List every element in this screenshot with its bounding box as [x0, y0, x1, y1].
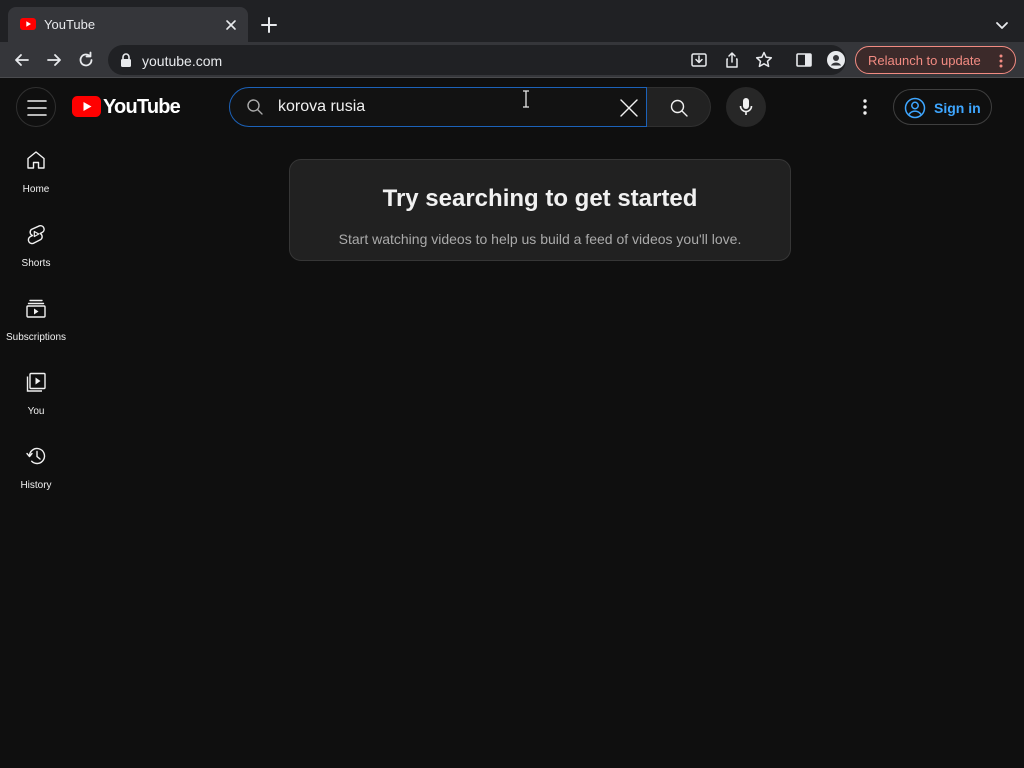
settings-more-icon[interactable] [852, 94, 878, 120]
browser-tabstrip: YouTube [0, 0, 1024, 42]
clear-search-icon[interactable] [618, 97, 640, 119]
guide-item-label: Shorts [21, 258, 51, 269]
text-cursor-icon [523, 90, 529, 108]
share-icon[interactable] [722, 50, 742, 70]
prompt-subtitle: Start watching videos to help us build a… [338, 231, 742, 247]
relaunch-label: Relaunch to update [868, 53, 981, 68]
sign-in-label: Sign in [934, 100, 981, 116]
account-circle-icon [904, 97, 926, 119]
side-panel-icon[interactable] [794, 50, 814, 70]
guide-item-you[interactable]: You [0, 357, 72, 431]
browser-toolbar: youtube.com Relaunch to update [0, 42, 1024, 78]
search-button[interactable] [647, 87, 711, 127]
guide-menu-button[interactable] [16, 87, 56, 127]
reload-icon[interactable] [76, 50, 96, 70]
youtube-logo-text: YouTube [103, 96, 181, 118]
microphone-icon [739, 98, 753, 115]
tab-title: YouTube [44, 17, 96, 32]
voice-search-button[interactable] [726, 87, 766, 127]
close-tab-icon[interactable] [222, 16, 240, 34]
youtube-masthead: YouTube korova rusia Sign in [0, 79, 1024, 135]
lock-icon[interactable] [120, 53, 132, 67]
back-icon[interactable] [12, 50, 32, 70]
youtube-logo[interactable]: YouTube [72, 96, 181, 118]
guide-item-label: Subscriptions [5, 332, 67, 343]
sign-in-button[interactable]: Sign in [893, 89, 992, 125]
youtube-logo-icon [72, 96, 101, 117]
forward-icon[interactable] [44, 50, 64, 70]
profile-icon[interactable] [826, 50, 846, 70]
you-icon [26, 372, 46, 392]
new-tab-icon[interactable] [259, 15, 279, 35]
search-icon [247, 99, 263, 115]
home-icon [27, 151, 45, 169]
guide-item-shorts[interactable]: Shorts [0, 209, 72, 283]
search-input[interactable] [278, 96, 608, 118]
search-icon [670, 99, 688, 117]
guide-item-history[interactable]: History [0, 431, 72, 505]
kebab-menu-icon [999, 54, 1003, 68]
chevron-down-icon[interactable] [993, 16, 1011, 34]
hamburger-icon [27, 100, 47, 116]
guide-item-subscriptions[interactable]: Subscriptions [0, 283, 72, 357]
shorts-icon [27, 224, 45, 245]
guide-item-label: History [20, 480, 52, 491]
subscriptions-icon [26, 299, 46, 318]
guide-item-home[interactable]: Home [0, 135, 72, 209]
address-bar[interactable]: youtube.com [108, 45, 846, 75]
relaunch-to-update-button[interactable]: Relaunch to update [855, 46, 1016, 74]
bookmark-star-icon[interactable] [754, 50, 774, 70]
guide-item-label: You [27, 406, 45, 417]
prompt-title: Try searching to get started [382, 185, 698, 212]
install-app-icon[interactable] [689, 50, 709, 70]
search-box[interactable] [229, 87, 647, 127]
guide-item-label: Home [22, 184, 50, 195]
history-icon [26, 447, 46, 465]
browser-tab-youtube[interactable]: YouTube [8, 7, 248, 42]
empty-feed-prompt-card: Try searching to get started Start watch… [289, 159, 791, 261]
youtube-favicon-icon [20, 18, 36, 30]
url-text[interactable]: youtube.com [142, 53, 222, 69]
